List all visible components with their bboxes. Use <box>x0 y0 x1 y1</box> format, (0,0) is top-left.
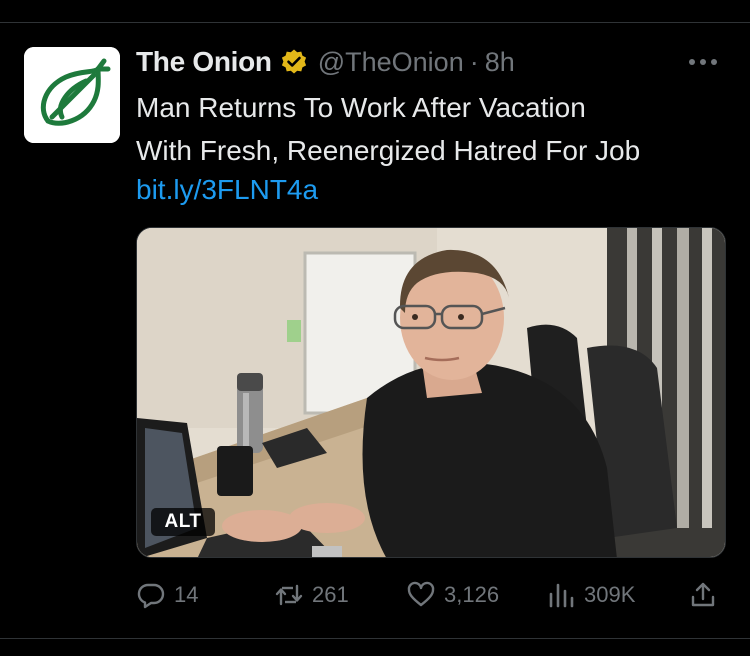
author-handle[interactable]: @TheOnion <box>318 47 464 78</box>
verified-badge-icon[interactable] <box>280 48 308 76</box>
more-options-button[interactable] <box>678 48 728 76</box>
share-icon <box>691 582 715 607</box>
bottom-divider <box>0 638 750 639</box>
alt-text-badge[interactable]: ALT <box>151 508 215 536</box>
share-button[interactable] <box>688 578 718 612</box>
avatar[interactable] <box>24 47 120 143</box>
retweet-button[interactable]: 261 <box>274 578 349 612</box>
tweet-media-image[interactable] <box>136 227 726 558</box>
tweet-text-line-2: With Fresh, Reenergized Hatred For Job <box>136 135 641 166</box>
more-dot-icon <box>689 59 695 65</box>
separator-dot: · <box>469 46 479 77</box>
reply-count: 14 <box>174 582 199 607</box>
like-count: 3,126 <box>444 582 500 607</box>
reply-button[interactable]: 14 <box>136 578 198 612</box>
top-divider <box>0 22 750 23</box>
views-button[interactable]: 309K <box>546 578 635 612</box>
tweet-actions-bar: 14 261 3,126 309K <box>136 578 726 612</box>
like-button[interactable]: 3,126 <box>406 578 499 612</box>
tweet-text: Man Returns To Work After Vacation With … <box>136 86 726 172</box>
retweet-icon <box>275 584 303 606</box>
tweet-header: The Onion @TheOnion · 8h <box>136 44 515 80</box>
tweet-timestamp[interactable]: 8h <box>485 47 515 78</box>
tweet-text-line-1: Man Returns To Work After Vacation <box>136 92 586 123</box>
more-dot-icon <box>700 59 706 65</box>
author-name[interactable]: The Onion <box>136 46 272 78</box>
office-photo <box>137 228 725 557</box>
view-count: 309K <box>584 582 636 607</box>
tweet-link[interactable]: bit.ly/3FLNT4a <box>136 170 318 210</box>
more-dot-icon <box>711 59 717 65</box>
retweet-count: 261 <box>312 582 349 607</box>
reply-icon <box>137 583 165 609</box>
heart-icon <box>407 581 435 607</box>
onion-logo-icon <box>24 47 120 143</box>
views-chart-icon <box>549 583 574 608</box>
